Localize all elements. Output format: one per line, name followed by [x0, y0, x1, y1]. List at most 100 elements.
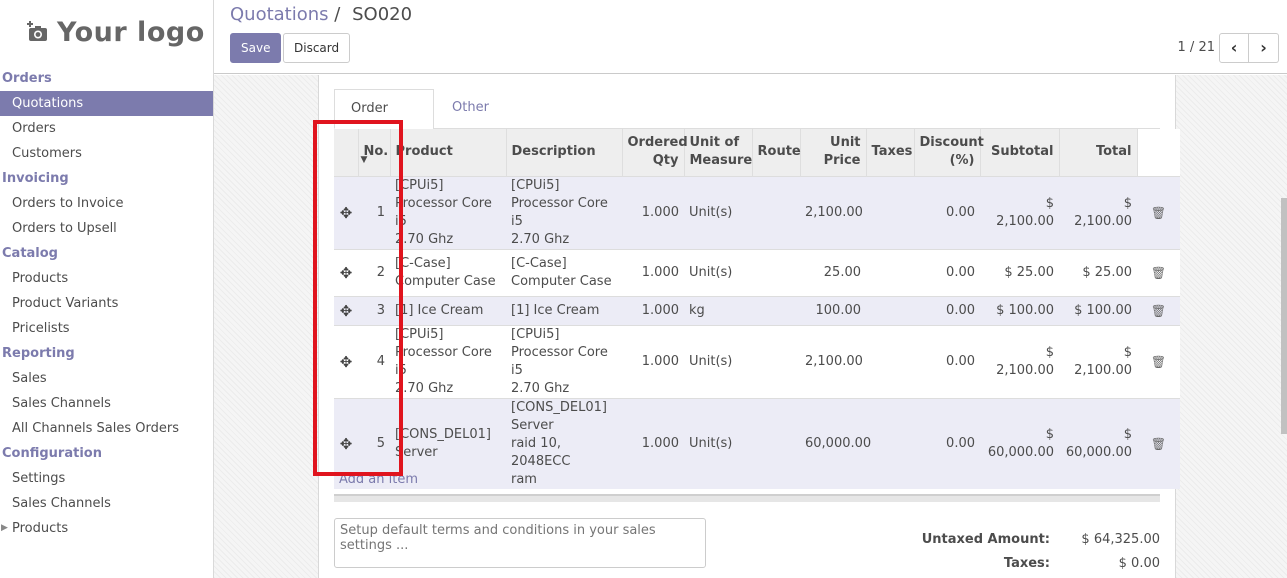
table-row[interactable]: ✥ 1 [CPUi5] Processor Core i5 2.70 Ghz [CPUi5… — [334, 175, 1180, 249]
cell-ordered-qty[interactable]: 1.000 — [622, 397, 684, 489]
cell-ordered-qty[interactable]: 1.000 — [622, 175, 684, 249]
cell-discount[interactable]: 0.00 — [914, 295, 980, 325]
cell-description[interactable]: [CPUi5] Processor Core i5 2.70 Ghz — [506, 175, 622, 249]
header-unit-of-measure[interactable]: Unit of Measure — [684, 129, 753, 176]
pager-value[interactable]: 1 / 21 — [1178, 40, 1215, 55]
sidebar-item-sales[interactable]: Sales — [0, 366, 213, 391]
terms-and-conditions-field[interactable] — [334, 518, 706, 568]
sidebar-item-orders-to-invoice[interactable]: Orders to Invoice — [0, 191, 213, 216]
pager-previous-button[interactable]: ‹ — [1219, 33, 1249, 63]
cell-product[interactable]: [CPUi5] Processor Core i5 2.70 Ghz — [390, 324, 506, 398]
cell-total[interactable]: $ 25.00 — [1059, 248, 1137, 296]
sidebar-item-products[interactable]: ▶ Products — [0, 516, 213, 541]
cell-unit-of-measure[interactable]: Unit(s) — [684, 324, 752, 398]
table-row[interactable]: ✥ 2 [C-Case] Computer Case [C-Case] Computer … — [334, 248, 1180, 296]
cell-unit-of-measure[interactable]: Unit(s) — [684, 248, 752, 296]
header-ordered-qty[interactable]: Ordered Qty — [622, 129, 688, 176]
cell-unit-of-measure[interactable]: Unit(s) — [684, 175, 752, 249]
sidebar-item-sales-channels[interactable]: Sales Channels — [0, 391, 213, 416]
cell-discount[interactable]: 0.00 — [914, 248, 980, 296]
company-logo[interactable]: Your logo — [27, 14, 205, 50]
cell-unit-price[interactable]: 60,000.00 — [800, 397, 871, 489]
sidebar-item-orders[interactable]: Orders — [0, 116, 213, 141]
cell-unit-price[interactable]: 2,100.00 — [800, 175, 866, 249]
sidebar-item-sales-channels[interactable]: Sales Channels — [0, 491, 213, 516]
drag-handle[interactable]: ✥ — [334, 295, 358, 325]
cell-total[interactable]: $ 2,100.00 — [1059, 175, 1137, 249]
cell-total[interactable]: $ 100.00 — [1059, 295, 1137, 325]
cell-subtotal[interactable]: $ 2,100.00 — [980, 324, 1059, 398]
cell-unit-of-measure[interactable]: kg — [684, 295, 752, 325]
table-row[interactable]: ✥ 5 [CONS_DEL01] Server [CONS_DEL01] Server ra… — [334, 397, 1180, 489]
header-discount[interactable]: Discount (%) — [914, 129, 984, 176]
cell-description[interactable]: [CONS_DEL01] Server raid 10, 2048ECC ram — [506, 397, 622, 489]
cell-route[interactable] — [752, 397, 800, 489]
cell-ordered-qty[interactable]: 1.000 — [622, 295, 684, 325]
header-taxes[interactable]: Taxes — [866, 129, 915, 176]
cell-discount[interactable]: 0.00 — [914, 397, 980, 489]
sidebar-item-product-variants[interactable]: Product Variants — [0, 291, 213, 316]
save-button[interactable]: Save — [230, 33, 282, 63]
cell-ordered-qty[interactable]: 1.000 — [622, 324, 684, 398]
tab-other-information[interactable]: Other Information — [436, 89, 566, 153]
cell-unit-price[interactable]: 2,100.00 — [800, 324, 866, 398]
delete-line-button[interactable]: 🗑 — [1137, 324, 1180, 398]
breadcrumb-quotations-link[interactable]: Quotations — [230, 4, 329, 25]
sidebar-item-customers[interactable]: Customers — [0, 141, 213, 166]
cell-taxes[interactable] — [866, 175, 914, 249]
header-subtotal[interactable]: Subtotal — [980, 129, 1060, 176]
discard-button[interactable]: Discard — [283, 33, 351, 63]
cell-description[interactable]: [CPUi5] Processor Core i5 2.70 Ghz — [506, 324, 622, 398]
delete-line-button[interactable]: 🗑 — [1137, 295, 1180, 325]
cell-product[interactable]: [CPUi5] Processor Core i5 2.70 Ghz — [390, 175, 506, 249]
delete-line-button[interactable]: 🗑 — [1137, 175, 1180, 249]
sidebar-item-pricelists[interactable]: Pricelists — [0, 316, 213, 341]
tab-order-lines[interactable]: Order Lines — [334, 89, 434, 154]
cell-route[interactable] — [752, 324, 800, 398]
cell-unit-of-measure[interactable]: Unit(s) — [684, 397, 752, 489]
cell-ordered-qty[interactable]: 1.000 — [622, 248, 684, 296]
sidebar-item-orders-to-upsell[interactable]: Orders to Upsell — [0, 216, 213, 241]
scrollbar-thumb[interactable] — [1281, 198, 1287, 434]
cell-product[interactable]: [C-Case] Computer Case — [390, 248, 506, 296]
table-row[interactable]: ✥ 3 [1] Ice Cream [1] Ice Cream 1.000 kg 100.0… — [334, 295, 1180, 325]
cell-unit-price[interactable]: 100.00 — [800, 295, 866, 325]
table-row[interactable]: ✥ 4 [CPUi5] Processor Core i5 2.70 Ghz [CPUi5… — [334, 324, 1180, 398]
cell-subtotal[interactable]: $ 100.00 — [980, 295, 1059, 325]
delete-line-button[interactable]: 🗑 — [1137, 397, 1180, 489]
cell-taxes[interactable] — [866, 397, 914, 489]
cell-subtotal[interactable]: $ 60,000.00 — [980, 397, 1059, 489]
sidebar-item-products[interactable]: Products — [0, 266, 213, 291]
cell-route[interactable] — [752, 175, 800, 249]
pager-next-button[interactable]: › — [1249, 33, 1279, 63]
cell-unit-price[interactable]: 25.00 — [800, 248, 866, 296]
cell-discount[interactable]: 0.00 — [914, 175, 980, 249]
sidebar-item-settings[interactable]: Settings — [0, 466, 213, 491]
cell-taxes[interactable] — [866, 248, 914, 296]
drag-handle[interactable]: ✥ — [334, 248, 358, 296]
drag-handle[interactable]: ✥ — [334, 175, 358, 249]
sidebar-item-all-channels-sales-orders[interactable]: All Channels Sales Orders — [0, 416, 213, 441]
cell-total[interactable]: $ 60,000.00 — [1059, 397, 1137, 489]
cell-taxes[interactable] — [866, 324, 914, 398]
cell-description[interactable]: [C-Case] Computer Case — [506, 248, 622, 296]
header-route[interactable]: Route — [752, 129, 801, 176]
cell-product[interactable]: [1] Ice Cream — [390, 295, 506, 325]
delete-line-button[interactable]: 🗑 — [1137, 248, 1180, 296]
cell-route[interactable] — [752, 295, 800, 325]
cell-total[interactable]: $ 2,100.00 — [1059, 324, 1137, 398]
cell-description[interactable]: [1] Ice Cream — [506, 295, 622, 325]
drag-handle[interactable]: ✥ — [334, 324, 358, 398]
header-total[interactable]: Total — [1059, 129, 1138, 176]
header-no[interactable]: ▼ No. — [358, 129, 391, 176]
sidebar-item-quotations[interactable]: Quotations — [0, 91, 213, 116]
cell-discount[interactable]: 0.00 — [914, 324, 980, 398]
cell-subtotal[interactable]: $ 2,100.00 — [980, 175, 1059, 249]
cell-route[interactable] — [752, 248, 800, 296]
cell-subtotal[interactable]: $ 25.00 — [980, 248, 1059, 296]
header-unit-price[interactable]: Unit Price — [800, 129, 867, 176]
cell-taxes[interactable] — [866, 295, 914, 325]
header-product[interactable]: Product — [390, 129, 507, 176]
add-an-item-link[interactable]: Add an item — [339, 472, 418, 487]
header-description[interactable]: Description — [506, 129, 623, 176]
